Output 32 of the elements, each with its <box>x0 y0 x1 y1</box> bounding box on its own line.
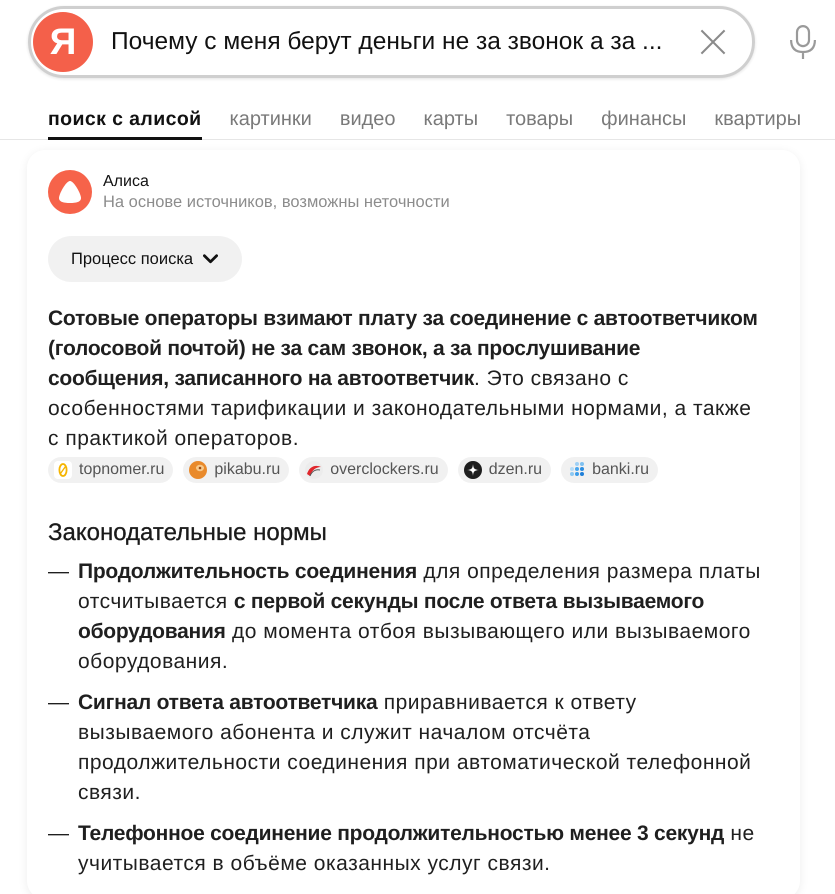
section-heading: Законодательные нормы <box>48 519 328 547</box>
ball-logo-icon <box>189 461 208 479</box>
list-dash: — <box>48 821 68 847</box>
answer-summary: Сотовые операторы взимают плату за соединение с автоответчиком (голосовой почтой) не за сам звонок, а за прослушивание сообщения, записанного на автоответчик. Это связано с особенностями тарификации и законодательными нормами, а также с практикой операторов. <box>48 306 759 452</box>
list-item-text: Сигнал ответа автоответчика приравнивается к ответу вызываемого абонента и служит началом отсчёта продолжительности соединения при автоматической телефонной связи. <box>78 690 752 806</box>
disclaimer-text: На основе источников, возможны неточности <box>103 192 450 212</box>
tab[interactable]: финансы <box>601 108 686 140</box>
source-link[interactable]: topnomer.ru <box>48 457 174 483</box>
tab[interactable]: карты <box>424 108 478 140</box>
tab[interactable]: квартиры <box>714 108 802 140</box>
tab[interactable]: видео <box>340 108 396 140</box>
author-name: Алиса <box>103 172 150 190</box>
source-link[interactable]: dzen.ru <box>458 457 552 483</box>
microphone-icon[interactable] <box>790 24 816 58</box>
source-link[interactable]: overclockers.ru <box>299 457 448 483</box>
tab[interactable]: товары <box>506 108 574 140</box>
dot-grid-icon <box>567 461 586 479</box>
alisa-icon <box>48 170 92 214</box>
chevron-down-icon <box>203 254 218 264</box>
source-link[interactable]: banki.ru <box>561 457 658 483</box>
list-dash: — <box>48 690 68 716</box>
tab[interactable]: поиск с алисой <box>48 108 202 140</box>
list-item-text: Телефонное соединение продолжительностью менее 3 секунд не учитывается в объёме оказанных услуг связи. <box>78 821 756 877</box>
source-link[interactable]: pikabu.ru <box>183 457 290 483</box>
search-process-button[interactable]: Процесс поиска <box>48 236 242 282</box>
close-icon[interactable] <box>700 28 726 54</box>
list-item-text: Продолжительность соединения для определения размера платы отсчитывается с первой секунды после ответа вызываемого оборудования до момента отбоя вызывающего или вызываемого оборудования. <box>78 559 762 675</box>
list-dash: — <box>48 559 68 585</box>
star-logo-icon <box>464 461 482 479</box>
search-field[interactable]: Я Почему с меня берут деньги не за звонок а за ... <box>28 6 755 78</box>
tab[interactable]: картинки <box>230 108 312 140</box>
zero-digit-icon <box>54 461 72 479</box>
